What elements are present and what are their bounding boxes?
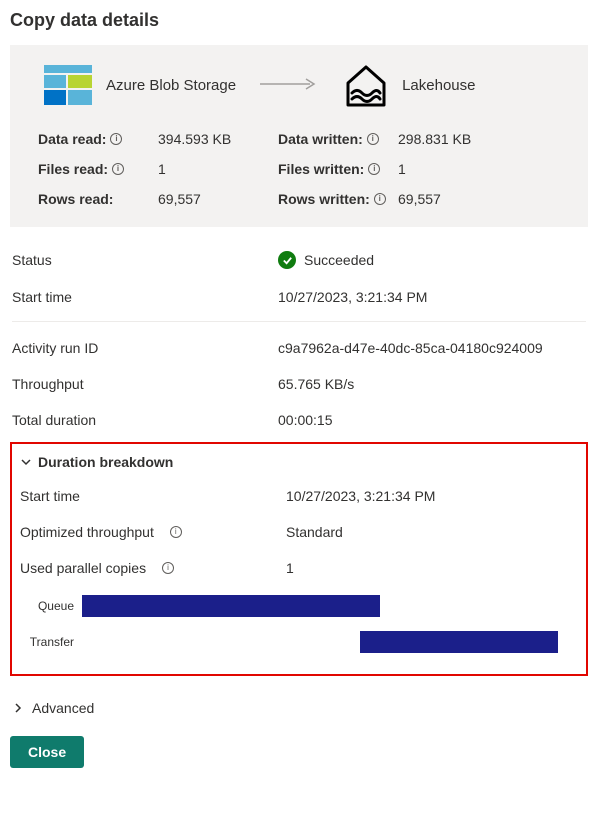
- page-title: Copy data details: [10, 10, 588, 31]
- status-row: Status Succeeded: [12, 241, 586, 279]
- status-section: Status Succeeded Start time 10/27/2023, …: [10, 241, 588, 438]
- optimized-throughput-label: Optimized throughput i: [20, 524, 286, 540]
- activity-id-value: c9a7962a-d47e-40dc-85ca-04180c924009: [278, 340, 543, 356]
- duration-breakdown-header: Duration breakdown: [38, 454, 173, 470]
- optimized-throughput-row: Optimized throughput i Standard: [20, 514, 578, 550]
- rows-read-value: 69,557: [158, 191, 278, 207]
- parallel-copies-label: Used parallel copies i: [20, 560, 286, 576]
- duration-breakdown-expander[interactable]: Duration breakdown: [20, 450, 578, 478]
- data-written-value: 298.831 KB: [398, 131, 518, 147]
- info-icon[interactable]: i: [110, 133, 122, 145]
- throughput-value: 65.765 KB/s: [278, 376, 354, 392]
- advanced-expander[interactable]: Advanced: [10, 694, 588, 736]
- advanced-label: Advanced: [32, 700, 94, 716]
- throughput-row: Throughput 65.765 KB/s: [12, 366, 586, 402]
- divider: [12, 321, 586, 322]
- data-read-label: Data read:i: [38, 131, 158, 147]
- chevron-down-icon: [20, 456, 32, 468]
- files-written-label: Files written:i: [278, 161, 398, 177]
- status-label: Status: [12, 252, 278, 268]
- dest-service: Lakehouse: [344, 61, 475, 109]
- activity-id-row: Activity run ID c9a7962a-d47e-40dc-85ca-…: [12, 330, 586, 366]
- dest-label: Lakehouse: [402, 77, 475, 94]
- gantt-track: [82, 631, 578, 653]
- close-button[interactable]: Close: [10, 736, 84, 768]
- files-read-value: 1: [158, 161, 278, 177]
- duration-gantt: Queue Transfer: [24, 594, 578, 654]
- gantt-transfer-label: Transfer: [24, 635, 82, 649]
- breakdown-start-time-value: 10/27/2023, 3:21:34 PM: [286, 488, 435, 504]
- start-time-value: 10/27/2023, 3:21:34 PM: [278, 289, 427, 305]
- rows-read-label: Rows read:: [38, 191, 158, 207]
- gantt-queue-bar: [82, 595, 380, 617]
- files-written-value: 1: [398, 161, 518, 177]
- gantt-queue-label: Queue: [24, 599, 82, 613]
- status-value: Succeeded: [304, 252, 374, 268]
- source-label: Azure Blob Storage: [106, 77, 236, 94]
- gantt-transfer-row: Transfer: [24, 630, 578, 654]
- total-duration-value: 00:00:15: [278, 412, 333, 428]
- transfer-visual: Azure Blob Storage Lakehouse: [38, 61, 560, 109]
- total-duration-label: Total duration: [12, 412, 278, 428]
- breakdown-start-time-row: Start time 10/27/2023, 3:21:34 PM: [20, 478, 578, 514]
- rows-written-label: Rows written:i: [278, 191, 398, 207]
- start-time-row: Start time 10/27/2023, 3:21:34 PM: [12, 279, 586, 315]
- optimized-throughput-value: Standard: [286, 524, 343, 540]
- info-icon[interactable]: i: [112, 163, 124, 175]
- info-icon[interactable]: i: [367, 133, 379, 145]
- info-icon[interactable]: i: [170, 526, 182, 538]
- success-icon: [278, 251, 296, 269]
- gantt-track: [82, 595, 578, 617]
- gantt-queue-row: Queue: [24, 594, 578, 618]
- activity-id-label: Activity run ID: [12, 340, 278, 356]
- metrics-grid: Data read:i 394.593 KB Data written:i 29…: [38, 131, 560, 207]
- data-written-label: Data written:i: [278, 131, 398, 147]
- lakehouse-icon: [344, 61, 388, 109]
- duration-breakdown-highlight: Duration breakdown Start time 10/27/2023…: [10, 442, 588, 676]
- files-read-label: Files read:i: [38, 161, 158, 177]
- start-time-label: Start time: [12, 289, 278, 305]
- blob-storage-icon: [44, 65, 92, 105]
- parallel-copies-row: Used parallel copies i 1: [20, 550, 578, 586]
- info-icon[interactable]: i: [374, 193, 386, 205]
- arrow-icon: [260, 77, 320, 94]
- chevron-right-icon: [12, 702, 24, 714]
- throughput-label: Throughput: [12, 376, 278, 392]
- total-duration-row: Total duration 00:00:15: [12, 402, 586, 438]
- parallel-copies-value: 1: [286, 560, 294, 576]
- data-read-value: 394.593 KB: [158, 131, 278, 147]
- transfer-summary-card: Azure Blob Storage Lakehouse Data read:i…: [10, 45, 588, 227]
- source-service: Azure Blob Storage: [44, 65, 236, 105]
- info-icon[interactable]: i: [162, 562, 174, 574]
- breakdown-start-time-label: Start time: [20, 488, 286, 504]
- gantt-transfer-bar: [360, 631, 558, 653]
- rows-written-value: 69,557: [398, 191, 518, 207]
- info-icon[interactable]: i: [368, 163, 380, 175]
